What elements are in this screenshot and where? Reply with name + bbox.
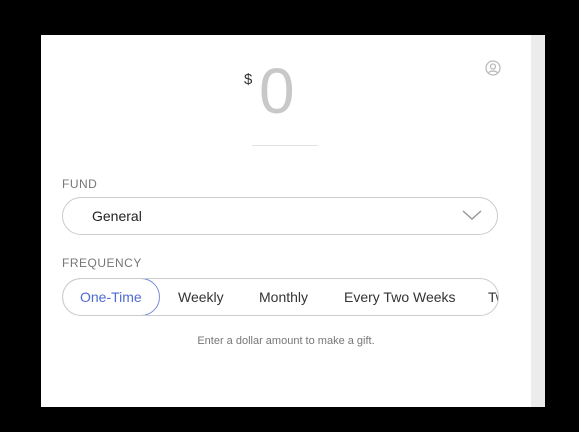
frequency-option-every-two-weeks[interactable]: Every Two Weeks	[344, 279, 456, 315]
fund-selected-value: General	[92, 208, 142, 224]
amount-input[interactable]: 0	[259, 59, 295, 123]
frequency-option-weekly[interactable]: Weekly	[178, 279, 224, 315]
hint-text: Enter a dollar amount to make a gift.	[197, 335, 375, 347]
fund-select[interactable]: General	[62, 197, 498, 235]
frequency-selector: One-Time Weekly Monthly Every Two Weeks …	[62, 278, 499, 316]
frequency-option-truncated[interactable]: Tw	[488, 279, 498, 315]
amount-underline	[252, 145, 318, 146]
currency-symbol: $	[244, 71, 253, 88]
user-icon[interactable]	[485, 60, 501, 76]
giving-panel: $ 0 FUND General FREQUENCY One-Time Week…	[41, 35, 531, 407]
frequency-option-monthly[interactable]: Monthly	[259, 279, 308, 315]
scrollbar-track[interactable]	[531, 35, 545, 407]
frequency-label: FREQUENCY	[62, 256, 142, 270]
chevron-down-icon	[461, 208, 483, 225]
fund-label: FUND	[62, 177, 98, 191]
frequency-option-one-time[interactable]: One-Time	[63, 279, 160, 315]
